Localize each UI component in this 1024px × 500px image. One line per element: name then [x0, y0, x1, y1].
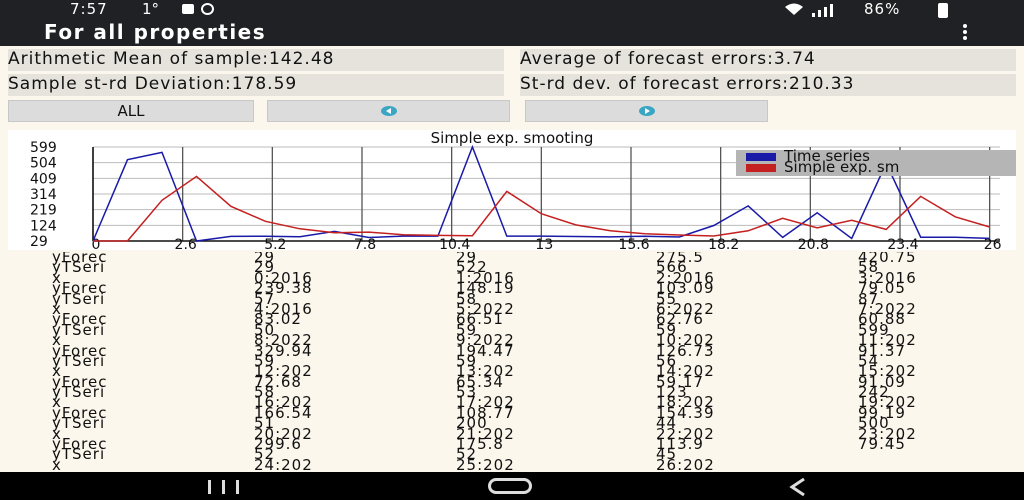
x-tick-label: 7.8 — [354, 237, 376, 250]
signal-icon — [812, 4, 833, 17]
table-cell: 24:202 — [254, 455, 313, 472]
status-bar: 7:57 1° 86% — [0, 0, 1024, 20]
x-tick-label: 23.4 — [887, 237, 918, 250]
table-cell: 26:202 — [656, 455, 715, 472]
x-tick-label: 15.6 — [618, 237, 649, 250]
recent-apps-icon[interactable] — [204, 480, 244, 494]
overflow-menu-icon[interactable] — [958, 24, 972, 42]
x-tick-label: 2.6 — [175, 237, 197, 250]
std-dev-forecast-error-stat: St-rd dev. of forecast errors:210.33 — [520, 74, 1016, 96]
legend-label: Simple exp. sm — [784, 158, 899, 176]
legend-swatch — [746, 164, 776, 172]
x-tick-label: 13 — [535, 237, 553, 250]
navigation-bar — [0, 472, 1024, 500]
arrow-right-icon — [638, 106, 655, 116]
battery-icon — [938, 3, 948, 18]
status-temperature: 1° — [142, 0, 160, 18]
table-cell: 25:202 — [456, 455, 515, 472]
x-tick-label: 20.8 — [798, 237, 829, 250]
y-tick-label: 124 — [30, 218, 57, 234]
all-button[interactable]: ALL — [8, 100, 254, 122]
wifi-icon — [785, 3, 803, 15]
message-notification-icon — [201, 3, 214, 15]
table-row: x 24:202 25:202 26:202 — [0, 455, 1024, 472]
y-tick-label: 29 — [30, 234, 48, 250]
avg-forecast-error-stat: Average of forecast errors:3.74 — [520, 49, 1016, 71]
page-title: For all properties — [44, 20, 267, 44]
y-tick-label: 504 — [30, 156, 57, 172]
data-table: yForec 29 29 275.5 420.75 yTSeri 29 522 566 58 x 0:… — [0, 252, 1024, 472]
table-cell: 79.45 — [858, 435, 906, 454]
arrow-left-icon — [380, 106, 397, 116]
status-time: 7:57 — [70, 0, 108, 18]
back-icon[interactable] — [786, 477, 810, 497]
smoothing-chart: Simple exp. smooting 599 504 409 314 219 124 29… — [8, 130, 1016, 250]
battery-percent: 86% — [864, 0, 901, 18]
y-tick-label: 599 — [30, 140, 57, 156]
legend-swatch — [746, 153, 776, 161]
x-tick-label: 5.2 — [264, 237, 286, 250]
chart-title: Simple exp. smooting — [431, 130, 594, 147]
std-dev-stat: Sample st-rd Deviation:178.59 — [8, 74, 504, 96]
chart-svg: Simple exp. smooting 59950440931421912429… — [30, 130, 1016, 250]
table-row: yForec 299.6 175.8 113.9 79.45 — [0, 435, 1024, 454]
next-button[interactable] — [525, 100, 768, 122]
gallery-notification-icon — [182, 4, 194, 14]
mean-stat: Arithmetic Mean of sample:142.48 — [8, 49, 504, 71]
y-tick-label: 219 — [30, 203, 57, 219]
previous-button[interactable] — [267, 100, 510, 122]
y-tick-label: 314 — [30, 187, 57, 203]
row-label: x — [52, 455, 62, 472]
x-tick-label: 10.4 — [439, 237, 470, 250]
home-icon[interactable] — [488, 478, 532, 494]
app-bar: For all properties — [0, 20, 1024, 46]
x-tick-label: 18.2 — [708, 237, 739, 250]
y-tick-label: 409 — [30, 171, 57, 187]
